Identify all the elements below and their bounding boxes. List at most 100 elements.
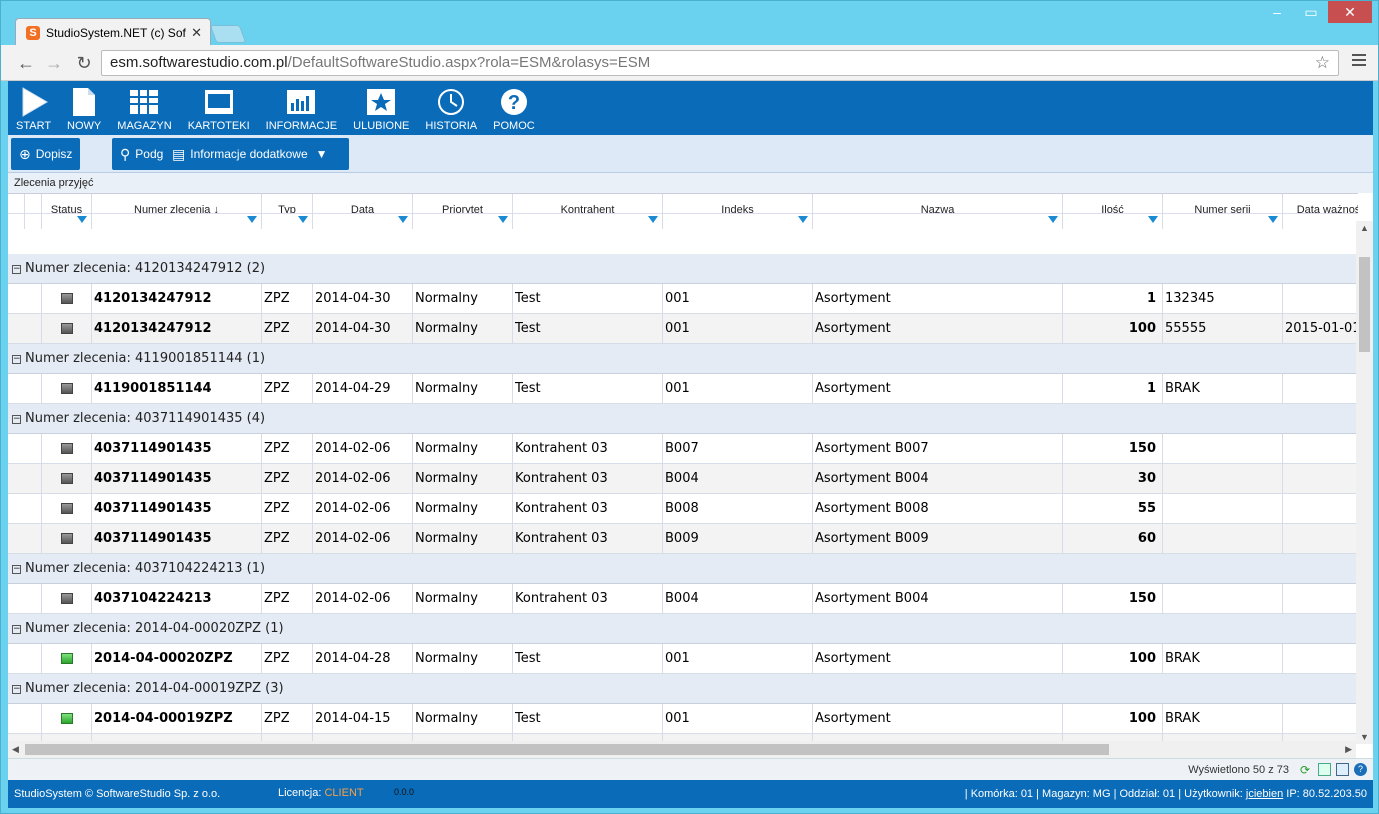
filter-icon[interactable] [798, 216, 808, 223]
nav-nowy[interactable]: NOWY [59, 81, 109, 135]
status-cell [42, 464, 92, 494]
serial-cell: BRAK [1163, 704, 1283, 734]
date-cell: 2014-02-06 [313, 434, 413, 464]
nav-ulubione[interactable]: ULUBIONE [345, 81, 417, 135]
horizontal-scrollbar[interactable]: ◀ ▶ [8, 741, 1356, 758]
forward-icon[interactable]: → [43, 53, 65, 74]
filter-icon[interactable] [498, 216, 508, 223]
index-cell: 001 [663, 314, 813, 344]
help-small-icon[interactable]: ? [1354, 763, 1367, 776]
group-label: Numer zlecenia: 4119001851144 (1) [25, 351, 266, 366]
collapse-icon[interactable]: − [12, 265, 21, 274]
quantity-cell: 100 [1063, 314, 1163, 344]
scroll-down-icon[interactable]: ▼ [1360, 732, 1369, 742]
name-cell: Asortyment [813, 374, 1063, 404]
table-row[interactable]: 4037104224213 ZPZ 2014-02-06 Normalny Kontra… [8, 584, 1358, 614]
contractor-cell: Kontrahent 03 [513, 524, 663, 554]
header-type[interactable]: Typ [262, 194, 313, 229]
vertical-scrollbar[interactable]: ▲ ▼ [1356, 221, 1373, 744]
filter-icon[interactable] [1268, 216, 1278, 223]
collapse-icon[interactable]: − [12, 685, 21, 694]
header-expiry[interactable]: Data ważności [1283, 194, 1358, 229]
tab-close-icon[interactable]: ✕ [191, 25, 202, 41]
group-row[interactable]: − Numer zlecenia: 4119001851144 (1) [8, 344, 1358, 374]
scroll-left-icon[interactable]: ◀ [12, 744, 19, 755]
reload-icon[interactable]: ↻ [73, 53, 95, 74]
add-button[interactable]: ⊕ Dopisz [11, 138, 81, 170]
user-link[interactable]: jciebien [1246, 788, 1283, 800]
group-label: Numer zlecenia: 4037114901435 (4) [25, 411, 266, 426]
export-icon[interactable] [1318, 763, 1331, 776]
header-status[interactable]: Status [42, 194, 92, 229]
filter-icon[interactable] [298, 216, 308, 223]
index-cell: B008 [663, 494, 813, 524]
status-indicator-icon [60, 443, 73, 454]
group-row[interactable]: − Numer zlecenia: 4037104224213 (1) [8, 554, 1358, 584]
group-row[interactable]: − Numer zlecenia: 2014-04-00019ZPZ (3) [8, 674, 1358, 704]
table-row[interactable]: 4037114901435 ZPZ 2014-02-06 Normalny Kontra… [8, 494, 1358, 524]
header-contractor[interactable]: Kontrahent [513, 194, 663, 229]
header-index[interactable]: Indeks [663, 194, 813, 229]
serial-cell [1163, 524, 1283, 554]
scroll-right-icon[interactable]: ▶ [1345, 744, 1352, 755]
collapse-icon[interactable]: − [12, 565, 21, 574]
browser-tab[interactable]: S StudioSystem.NET (c) Soft ✕ [15, 18, 211, 46]
nav-start[interactable]: START [8, 81, 59, 135]
nav-magazyn[interactable]: MAGAZYN [109, 81, 179, 135]
nav-ulubione-label: ULUBIONE [353, 120, 410, 132]
save-layout-icon[interactable] [1336, 763, 1349, 776]
scroll-up-icon[interactable]: ▲ [1360, 223, 1369, 233]
table-row[interactable]: 4120134247912 ZPZ 2014-04-30 Normalny Test 00… [8, 284, 1358, 314]
nav-pomoc[interactable]: ? POMOC [485, 81, 543, 135]
table-row[interactable]: 2014-04-00020ZPZ ZPZ 2014-04-28 Normalny Tes… [8, 644, 1358, 674]
order-number-cell: 4037104224213 [92, 584, 262, 614]
header-priority[interactable]: Priorytet [413, 194, 513, 229]
filter-icon[interactable] [247, 216, 257, 223]
table-row[interactable]: 4120134247912 ZPZ 2014-04-30 Normalny Test 00… [8, 314, 1358, 344]
url-input[interactable]: esm.softwarestudio.com.pl/DefaultSoftwar… [101, 50, 1339, 76]
expiry-cell [1283, 704, 1358, 734]
expiry-cell [1283, 434, 1358, 464]
maximize-icon[interactable]: ▭ [1294, 1, 1328, 23]
group-row[interactable]: − Numer zlecenia: 4120134247912 (2) [8, 254, 1358, 284]
filter-icon[interactable] [398, 216, 408, 223]
group-row[interactable]: − Numer zlecenia: 4037114901435 (4) [8, 404, 1358, 434]
table-row[interactable]: 4119001851144 ZPZ 2014-04-29 Normalny Test 00… [8, 374, 1358, 404]
header-serial[interactable]: Numer serii [1163, 194, 1283, 229]
bookmark-star-icon[interactable]: ☆ [1315, 53, 1330, 73]
horizontal-scroll-thumb[interactable] [25, 744, 1109, 755]
dropdown-caret-icon: ▼ [315, 147, 328, 161]
filter-icon[interactable] [648, 216, 658, 223]
new-tab-button[interactable] [209, 25, 247, 43]
minimize-icon[interactable]: – [1260, 1, 1294, 23]
group-row[interactable]: − Numer zlecenia: 2014-04-00020ZPZ (1) [8, 614, 1358, 644]
filter-icon[interactable] [77, 216, 87, 223]
table-row[interactable]: 4037114901435 ZPZ 2014-02-06 Normalny Kontra… [8, 524, 1358, 554]
header-name[interactable]: Nazwa [813, 194, 1063, 229]
name-cell: Asortyment B009 [813, 524, 1063, 554]
browser-menu-icon[interactable] [1352, 54, 1366, 68]
collapse-icon[interactable]: − [12, 625, 21, 634]
refresh-icon[interactable]: ⟳ [1300, 763, 1313, 777]
header-order-number[interactable]: Numer zlecenia ↓ [92, 194, 262, 229]
nav-informacje[interactable]: INFORMACJE [258, 81, 346, 135]
nav-kartoteki[interactable]: KARTOTEKI [180, 81, 258, 135]
header-date[interactable]: Data [313, 194, 413, 229]
back-icon[interactable]: ← [15, 53, 37, 74]
nav-historia-label: HISTORIA [425, 120, 478, 132]
filter-icon[interactable] [1148, 216, 1158, 223]
table-row[interactable]: 4037114901435 ZPZ 2014-02-06 Normalny Kontra… [8, 464, 1358, 494]
table-row[interactable]: 2014-04-00019ZPZ ZPZ 2014-04-15 Normalny Tes… [8, 704, 1358, 734]
filter-icon[interactable] [1048, 216, 1058, 223]
table-row[interactable]: 4037114901435 ZPZ 2014-02-06 Normalny Kontra… [8, 434, 1358, 464]
name-cell: Asortyment B004 [813, 584, 1063, 614]
history-icon [436, 87, 466, 117]
vertical-scroll-thumb[interactable] [1359, 257, 1370, 352]
name-cell: Asortyment B008 [813, 494, 1063, 524]
nav-historia[interactable]: HISTORIA [417, 81, 485, 135]
additional-info-button[interactable]: ▤ Informacje dodatkowe ▼ [164, 138, 349, 170]
header-quantity[interactable]: Ilość [1063, 194, 1163, 229]
close-window-icon[interactable]: ✕ [1328, 1, 1372, 23]
collapse-icon[interactable]: − [12, 415, 21, 424]
collapse-icon[interactable]: − [12, 355, 21, 364]
